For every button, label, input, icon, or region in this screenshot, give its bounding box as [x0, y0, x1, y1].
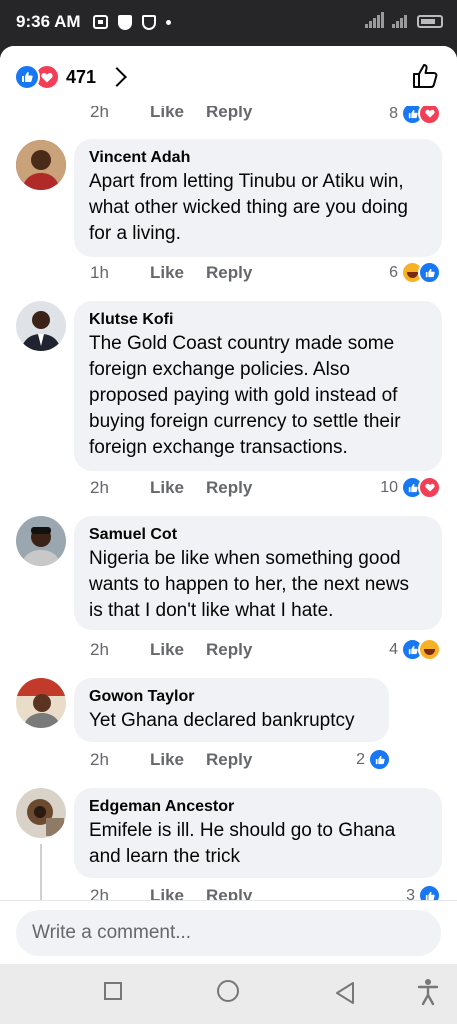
comment-author[interactable]: Samuel Cot: [89, 525, 427, 545]
comment-like-button[interactable]: Like: [150, 750, 192, 770]
shield-icon: [117, 14, 132, 30]
comment-time: 2h: [90, 478, 109, 497]
home-circle-icon[interactable]: [217, 980, 239, 1002]
shield-outline-icon: [141, 14, 156, 30]
reaction-count-number: 6: [389, 263, 398, 281]
avatar[interactable]: [16, 516, 66, 566]
status-time: 9:36 AM: [16, 12, 81, 31]
comment-bubble: Samuel Cot Nigeria be like when somethin…: [74, 516, 442, 630]
comment-text: Nigeria be like when something good want…: [89, 548, 410, 621]
comment-meta-row: 2h Like Reply: [90, 750, 252, 770]
reaction-total: 471: [66, 66, 97, 87]
comment-bubble: Gowon Taylor Yet Ghana declared bankrupt…: [74, 678, 389, 742]
comment-reaction-count[interactable]: 4: [389, 638, 441, 661]
avatar[interactable]: [16, 301, 66, 351]
comment-text: Apart from letting Tinubu or Atiku win, …: [89, 171, 408, 244]
comment-like-button[interactable]: Like: [150, 478, 192, 498]
comment-bubble: Edgeman Ancestor Emifele is ill. He shou…: [74, 788, 442, 878]
like-post-button[interactable]: [411, 62, 439, 95]
comment-meta-row: 2h Like Reply: [90, 640, 252, 660]
comment-time: 2h: [90, 750, 109, 769]
status-right: [365, 12, 443, 28]
comment-text: The Gold Coast country made some foreign…: [89, 333, 401, 458]
comment-author[interactable]: Edgeman Ancestor: [89, 797, 427, 817]
comment-time: 1h: [90, 263, 109, 282]
like-icon: [14, 64, 40, 90]
comment-reaction-count[interactable]: 10: [380, 476, 441, 499]
status-bar: 9:36 AM: [0, 0, 457, 44]
love-icon: [418, 476, 441, 499]
comments-header: 471: [0, 46, 457, 106]
like-icon: [418, 261, 441, 284]
comment-text: Emifele is ill. He should go to Ghana an…: [89, 820, 396, 867]
signal-icon: [365, 12, 384, 28]
thumbs-up-icon: [413, 64, 438, 88]
comment-reply-button[interactable]: Reply: [206, 640, 252, 660]
comment-author[interactable]: Gowon Taylor: [89, 687, 374, 707]
accessibility-icon[interactable]: [417, 978, 439, 1011]
reaction-count-number: 10: [380, 478, 398, 496]
comment-reply-button[interactable]: Reply: [206, 478, 252, 498]
reaction-count-number: 2: [356, 750, 365, 768]
back-triangle-icon[interactable]: [334, 981, 356, 1010]
signal-icon-2: [392, 12, 407, 28]
comment-text: Yet Ghana declared bankruptcy: [89, 710, 355, 731]
reaction-count-number: 8: [389, 104, 398, 122]
battery-icon: [417, 15, 443, 28]
system-nav-bar: [0, 964, 457, 1024]
haha-icon: [418, 638, 441, 661]
comment-reaction-count[interactable]: 6: [389, 261, 441, 284]
app-icon: [92, 15, 108, 29]
avatar[interactable]: [16, 678, 66, 728]
avatar[interactable]: [16, 788, 66, 838]
comment-like-button[interactable]: Like: [150, 263, 192, 283]
avatar[interactable]: [16, 140, 66, 190]
status-icons: [92, 14, 171, 30]
comment-input[interactable]: Write a comment...: [16, 910, 441, 956]
recents-square-icon[interactable]: [104, 982, 122, 1000]
chevron-right-icon: [107, 67, 127, 87]
comment-time: 2h: [90, 640, 109, 659]
comment-author[interactable]: Vincent Adah: [89, 148, 427, 168]
comment-meta-row: 1h Like Reply: [90, 263, 252, 283]
comment-bubble: Klutse Kofi The Gold Coast country made …: [74, 301, 442, 471]
comment-reply-button[interactable]: Reply: [206, 750, 252, 770]
comment-reply-button[interactable]: Reply: [206, 263, 252, 283]
comment-composer-area: Write a comment...: [0, 900, 457, 964]
dot-icon: [165, 19, 171, 25]
comment-like-button[interactable]: Like: [150, 640, 192, 660]
like-icon: [368, 748, 391, 771]
reaction-count-number: 4: [389, 640, 398, 658]
comment-author[interactable]: Klutse Kofi: [89, 310, 427, 330]
comment-bubble: Vincent Adah Apart from letting Tinubu o…: [74, 139, 442, 257]
comment-meta-row: 2h Like Reply: [90, 478, 252, 498]
reaction-summary[interactable]: 471: [14, 64, 127, 90]
comments-sheet: 471 2h Like Reply 8 Vincent Adah Apart f…: [0, 46, 457, 964]
comment-reaction-count[interactable]: 2: [356, 748, 391, 771]
